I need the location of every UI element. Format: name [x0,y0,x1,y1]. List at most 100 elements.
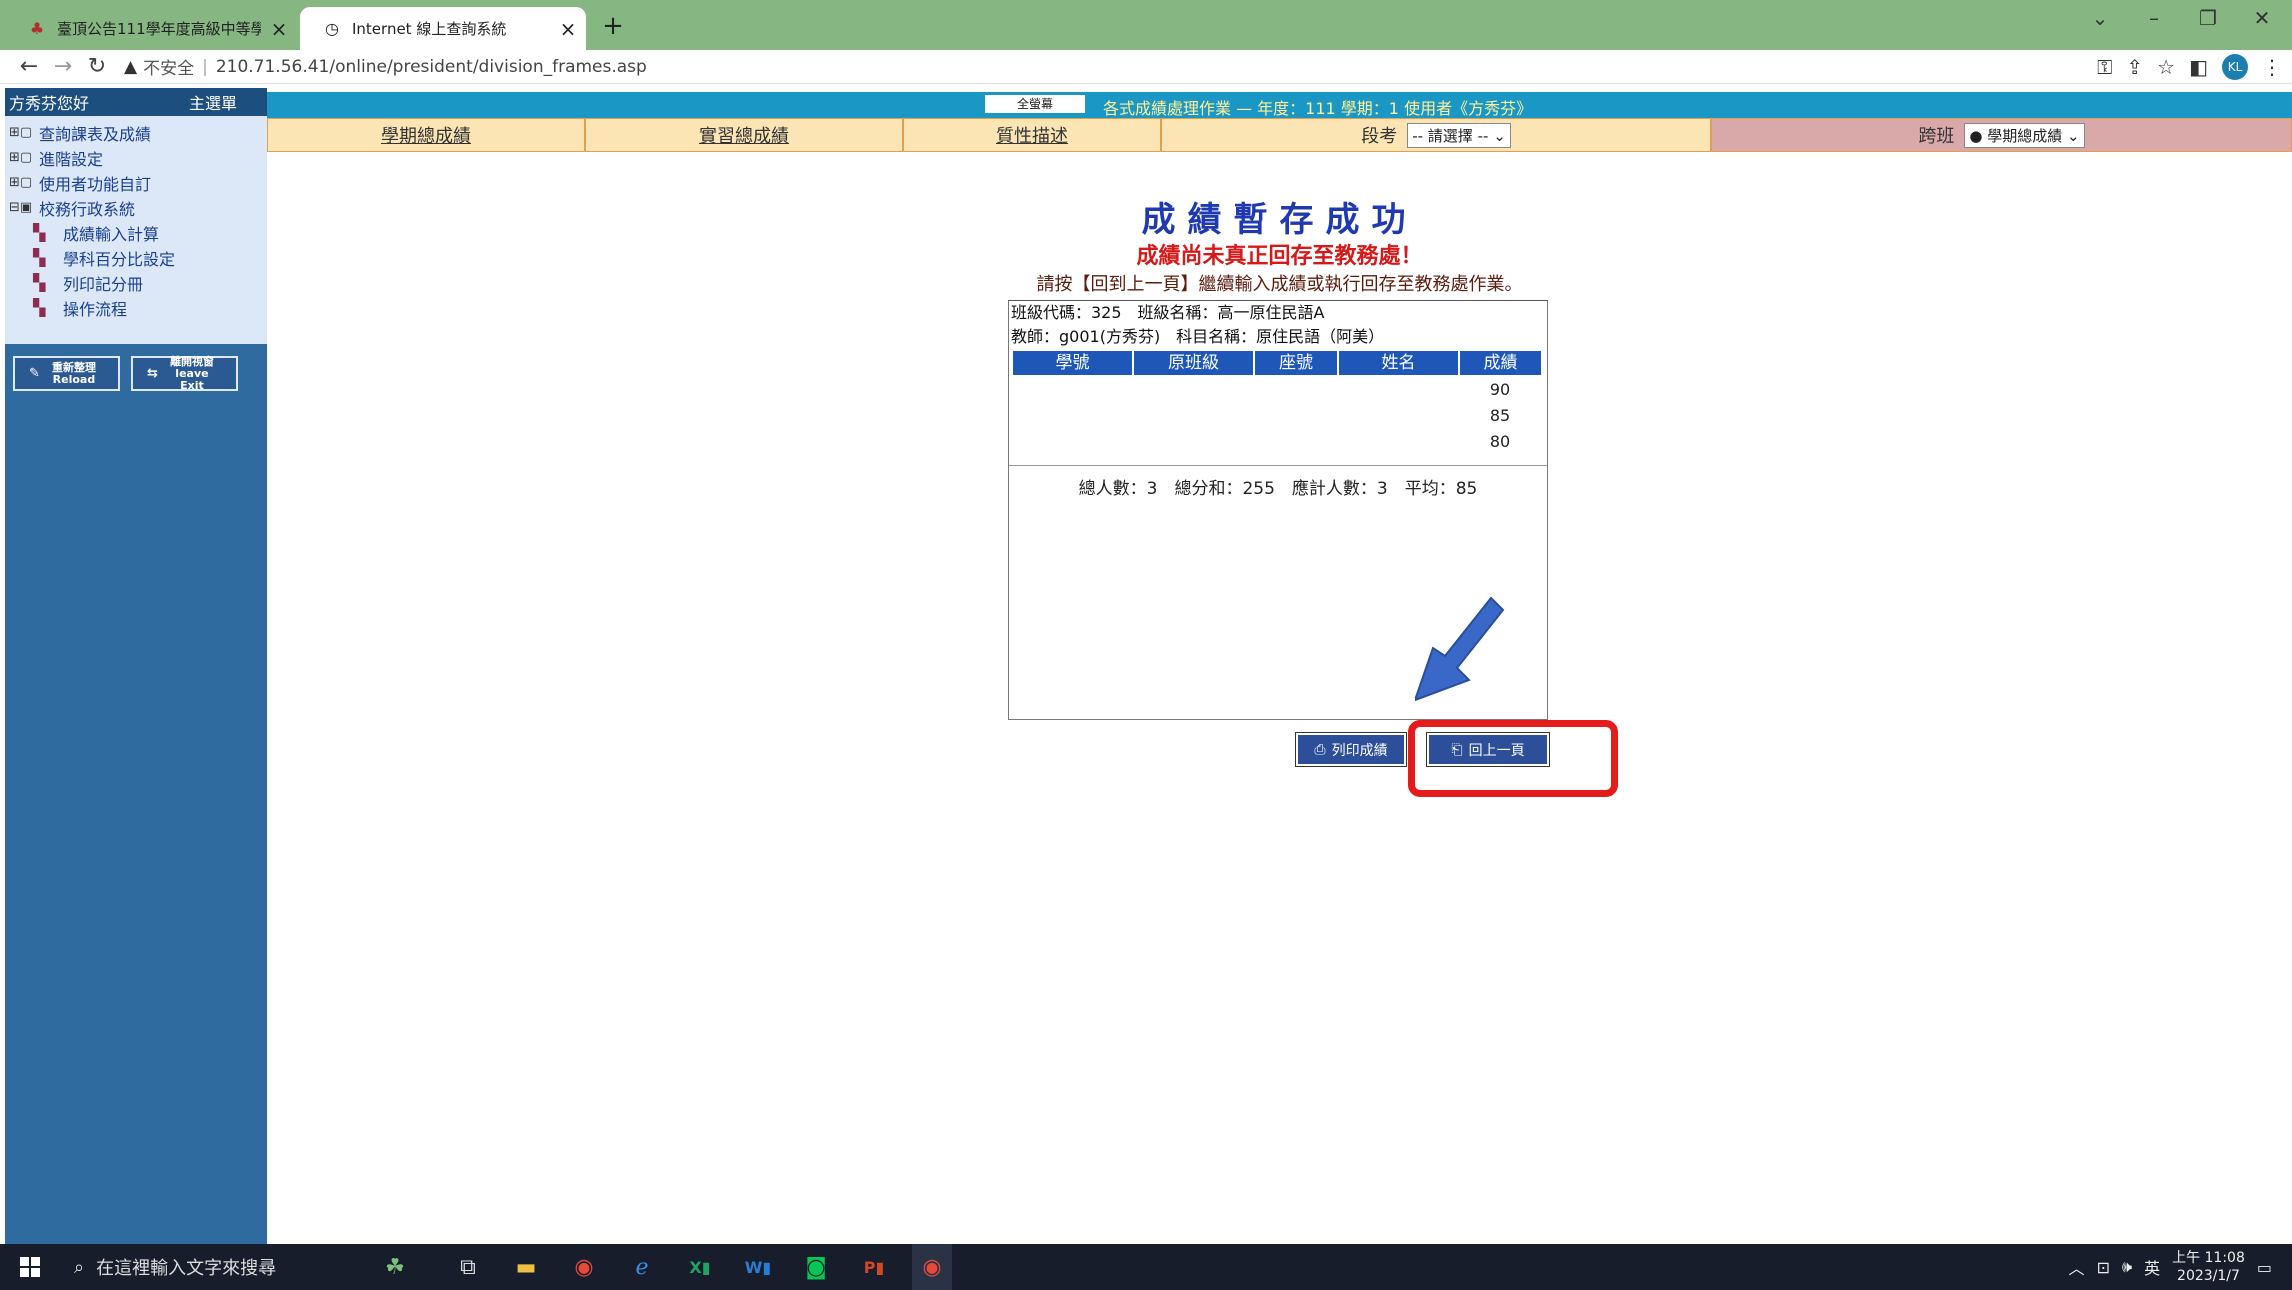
url-divider: | [202,56,208,77]
browser-tab-inactive[interactable]: ♣ 臺頂公告111學年度高級中等學校 × [5,7,297,50]
reload-icon[interactable]: ↻ [80,54,114,79]
tree-item-custom[interactable]: ⊞▢ 使用者功能自訂 [5,170,267,195]
show-hidden-icon[interactable]: ︿ [2069,1255,2085,1279]
tree-item-query[interactable]: ⊞▢ 查詢課表及成績 [5,120,267,145]
chrome-icon[interactable]: ◉ [564,1244,604,1290]
column-header: 學號 [1013,351,1132,375]
tree-item-workflow[interactable]: ▚ 操作流程 [5,295,267,320]
network-icon[interactable]: ⊡ [2097,1258,2110,1277]
school-favicon-icon: ♣ [29,19,45,38]
notification-icon[interactable]: ▭ [2257,1258,2272,1277]
word-icon[interactable]: W▮ [738,1244,778,1290]
tree-item-advanced[interactable]: ⊞▢ 進階設定 [5,145,267,170]
close-tab-icon[interactable]: × [261,17,297,41]
tree-item-percentage[interactable]: ▚ 學科百分比設定 [5,245,267,270]
leave-button[interactable]: ⇆ 離開視窗 leave Exit [131,354,238,392]
back-icon[interactable]: ← [12,54,46,79]
new-tab-button[interactable]: + [596,9,630,43]
tree-item-admin[interactable]: ⊟▣ 校務行政系統 [5,195,267,220]
forward-icon[interactable]: → [46,54,80,79]
menu-cell-semester: 學期總成績 [267,118,585,152]
score-summary: 總人數：3 總分和：255 應計人數：3 平均：85 [1078,479,1478,499]
tree-item-print-book[interactable]: ▚ 列印記分冊 [5,270,267,295]
fullscreen-button[interactable]: 全螢幕 [985,95,1085,113]
menu-tree: ⊞▢ 查詢課表及成績 ⊞▢ 進階設定 ⊞▢ 使用者功能自訂 ⊟▣ 校務行政系統 ▚ 成績輸… [5,116,267,344]
taskbar-search[interactable]: ⌕ 在這裡輸入文字來搜尋 [60,1244,360,1290]
leave-label: 離開視窗 leave Exit [169,354,214,392]
windows-start-button[interactable] [0,1244,60,1290]
cross-class-select[interactable]: ● 學期總成績 ⌄ [1964,122,2085,148]
powerpoint-icon[interactable]: P▮ [854,1244,894,1290]
book-icon: ▚ [33,223,46,242]
sidebar-buttons: ✎ 重新整理 Reload ⇆ 離開視窗 leave Exit [5,344,267,391]
chevron-down-icon: ⌄ [1493,126,1506,145]
function-menu-bar: 學期總成績 實習總成績 質性描述 段考 -- 請選擇 -- ⌄ 跨班 ● 學期總… [267,118,2292,152]
input-language[interactable]: 英 [2144,1255,2160,1279]
reload-button[interactable]: ✎ 重新整理 Reload [13,356,120,391]
minimize-button[interactable]: – [2136,6,2172,30]
decorative-widget-icon[interactable]: ☘ [360,1244,430,1290]
tree-item-label: 查詢課表及成績 [39,124,152,144]
profile-avatar[interactable]: KL [2222,54,2248,80]
practice-total-link[interactable]: 實習總成績 [699,122,789,148]
tree-item-label: 操作流程 [63,299,128,319]
url-field[interactable]: ▲ 不安全 | 210.71.56.41/online/president/di… [124,54,647,80]
chrome-profile-icon[interactable]: ◉ [912,1244,952,1290]
quality-desc-link[interactable]: 質性描述 [996,122,1068,148]
menu-cell-practice: 實習總成績 [585,118,903,152]
cross-class-label: 跨班 [1918,126,1955,147]
column-header: 成績 [1460,351,1541,375]
browser-tab-bar: ♣ 臺頂公告111學年度高級中等學校 × ◷ Internet 線上查詢系統 ×… [0,0,2292,50]
column-header: 姓名 [1339,351,1458,375]
windows-logo-icon [20,1257,40,1277]
more-menu-icon[interactable]: ⋮ [2262,55,2282,79]
highlight-box [1408,720,1618,797]
volume-icon[interactable]: 🕪 [2122,1257,2132,1277]
print-scores-button[interactable]: ⎙ 列印成績 [1295,732,1407,767]
close-window-button[interactable]: ✕ [2244,6,2280,30]
file-explorer-icon[interactable]: ▬ [506,1244,546,1290]
edge-icon[interactable]: ℯ [622,1244,662,1290]
tab-title: 臺頂公告111學年度高級中等學校 [57,20,261,38]
taskbar-clock[interactable]: 上午 11:08 2023/1/7 [2172,1249,2245,1285]
score-cell: 85 [1489,406,1511,425]
star-icon[interactable]: ☆ [2157,55,2175,79]
side-panel-icon[interactable]: ◧ [2189,55,2208,79]
score-cell: 90 [1489,380,1511,399]
clock-time: 上午 11:08 [2172,1250,2245,1266]
url-text: 210.71.56.41/online/president/division_f… [215,56,647,77]
column-header: 原班級 [1134,351,1253,375]
share-icon[interactable]: ⇪ [2126,55,2143,79]
excel-icon[interactable]: X▮ [680,1244,720,1290]
close-tab-icon[interactable]: × [550,17,586,41]
search-icon: ⌕ [74,1256,85,1278]
folder-icon: ⊞▢ [9,150,33,165]
tree-item-label: 使用者功能自訂 [39,174,152,194]
score-table-header: 學號 原班級 座號 姓名 成績 [1013,351,1543,375]
restore-button[interactable]: ❐ [2190,6,2226,30]
tab-search-icon[interactable]: ⌄ [2082,6,2118,30]
exit-icon: ⇆ [147,366,158,381]
globe-favicon-icon: ◷ [325,19,339,38]
tree-item-label: 列印記分冊 [63,274,144,294]
class-info: 班級代碼：325 班級名稱：高一原住民語A [1011,303,1325,322]
folder-icon: ⊞▢ [9,175,33,190]
instruction-message: 請按【回到上一頁】繼續輸入成績或執行回存至教務處作業。 [1036,274,1523,295]
printer-icon: ⎙ [1314,741,1326,758]
key-icon[interactable]: ⚿ [2097,55,2112,79]
address-bar: ← → ↻ ▲ 不安全 | 210.71.56.41/online/presid… [0,50,2292,84]
tree-item-score-input[interactable]: ▚ 成績輸入計算 [5,220,267,245]
task-view-icon[interactable]: ⧉ [448,1244,488,1290]
line-icon[interactable]: ◙ [796,1244,836,1290]
exam-select[interactable]: -- 請選擇 -- ⌄ [1407,122,1511,148]
reload-icon: ✎ [29,366,40,381]
score-list: 90 85 80 [1009,375,1547,455]
folder-icon: ⊞▢ [9,125,33,140]
windows-taskbar: ⌕ 在這裡輸入文字來搜尋 ☘ ⧉ ▬ ◉ ℯ X▮ W▮ ◙ P▮ ◉ ︿ ⊡ … [0,1244,2292,1290]
reload-label: 重新整理 Reload [51,360,96,386]
exam-select-value: -- 請選擇 -- [1412,126,1489,145]
browser-tab-active[interactable]: ◷ Internet 線上查詢系統 × [300,7,586,50]
semester-total-link[interactable]: 學期總成績 [381,122,471,148]
book-icon: ▚ [33,248,46,267]
system-tray: ︿ ⊡ 🕪 英 上午 11:08 2023/1/7 ▭ [2069,1244,2272,1290]
